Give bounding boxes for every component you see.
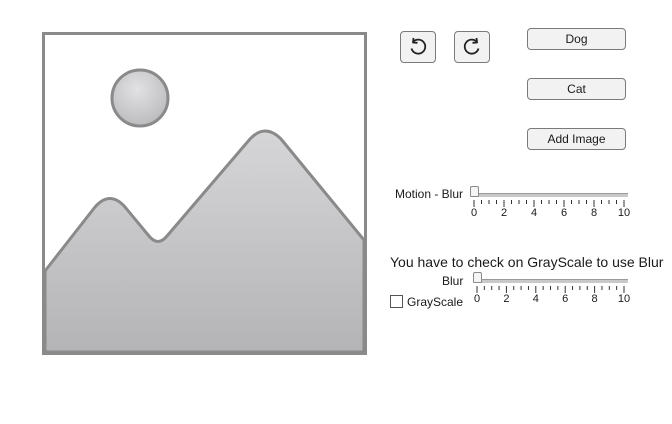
slider-tick-label: 6 bbox=[560, 207, 568, 219]
slider-thumb[interactable] bbox=[470, 186, 479, 197]
slider-tick-label: 2 bbox=[500, 207, 508, 219]
rotate-clockwise-icon bbox=[463, 37, 480, 55]
rotate-left-button[interactable] bbox=[400, 31, 436, 63]
slider-thumb[interactable] bbox=[473, 272, 482, 283]
grayscale-checkbox[interactable] bbox=[390, 295, 403, 308]
image-placeholder-icon bbox=[45, 68, 364, 352]
slider-tick-label: 6 bbox=[562, 293, 569, 305]
add-image-button[interactable]: Add Image bbox=[527, 128, 626, 150]
slider-tick-label: 2 bbox=[503, 293, 510, 305]
grayscale-note: You have to check on GrayScale to use Bl… bbox=[390, 254, 664, 270]
cat-button[interactable]: Cat bbox=[527, 78, 626, 100]
blur-slider[interactable]: 0 2 4 6 8 10 bbox=[473, 272, 631, 312]
blur-label: Blur bbox=[442, 274, 464, 288]
slider-tick-label: 4 bbox=[530, 207, 538, 219]
slider-track[interactable] bbox=[475, 279, 628, 283]
slider-track[interactable] bbox=[472, 193, 628, 197]
slider-ticks bbox=[476, 286, 625, 293]
rotate-right-button[interactable] bbox=[454, 31, 490, 63]
slider-tick-label: 0 bbox=[470, 207, 478, 219]
motion-blur-label: Motion - Blur bbox=[395, 187, 464, 201]
image-preview bbox=[42, 32, 367, 355]
slider-tick-label: 10 bbox=[617, 293, 631, 305]
slider-ticks bbox=[473, 200, 625, 207]
dog-button[interactable]: Dog bbox=[527, 28, 626, 50]
grayscale-label: GrayScale bbox=[407, 295, 464, 309]
slider-tick-label: 0 bbox=[473, 293, 481, 305]
slider-tick-label: 4 bbox=[532, 293, 539, 305]
rotate-counterclockwise-icon bbox=[410, 37, 427, 55]
motion-blur-slider[interactable]: 0 2 4 6 8 10 bbox=[470, 186, 631, 226]
slider-tick-label: 8 bbox=[591, 293, 598, 305]
slider-tick-label: 8 bbox=[590, 207, 598, 219]
slider-tick-label: 10 bbox=[617, 207, 631, 219]
